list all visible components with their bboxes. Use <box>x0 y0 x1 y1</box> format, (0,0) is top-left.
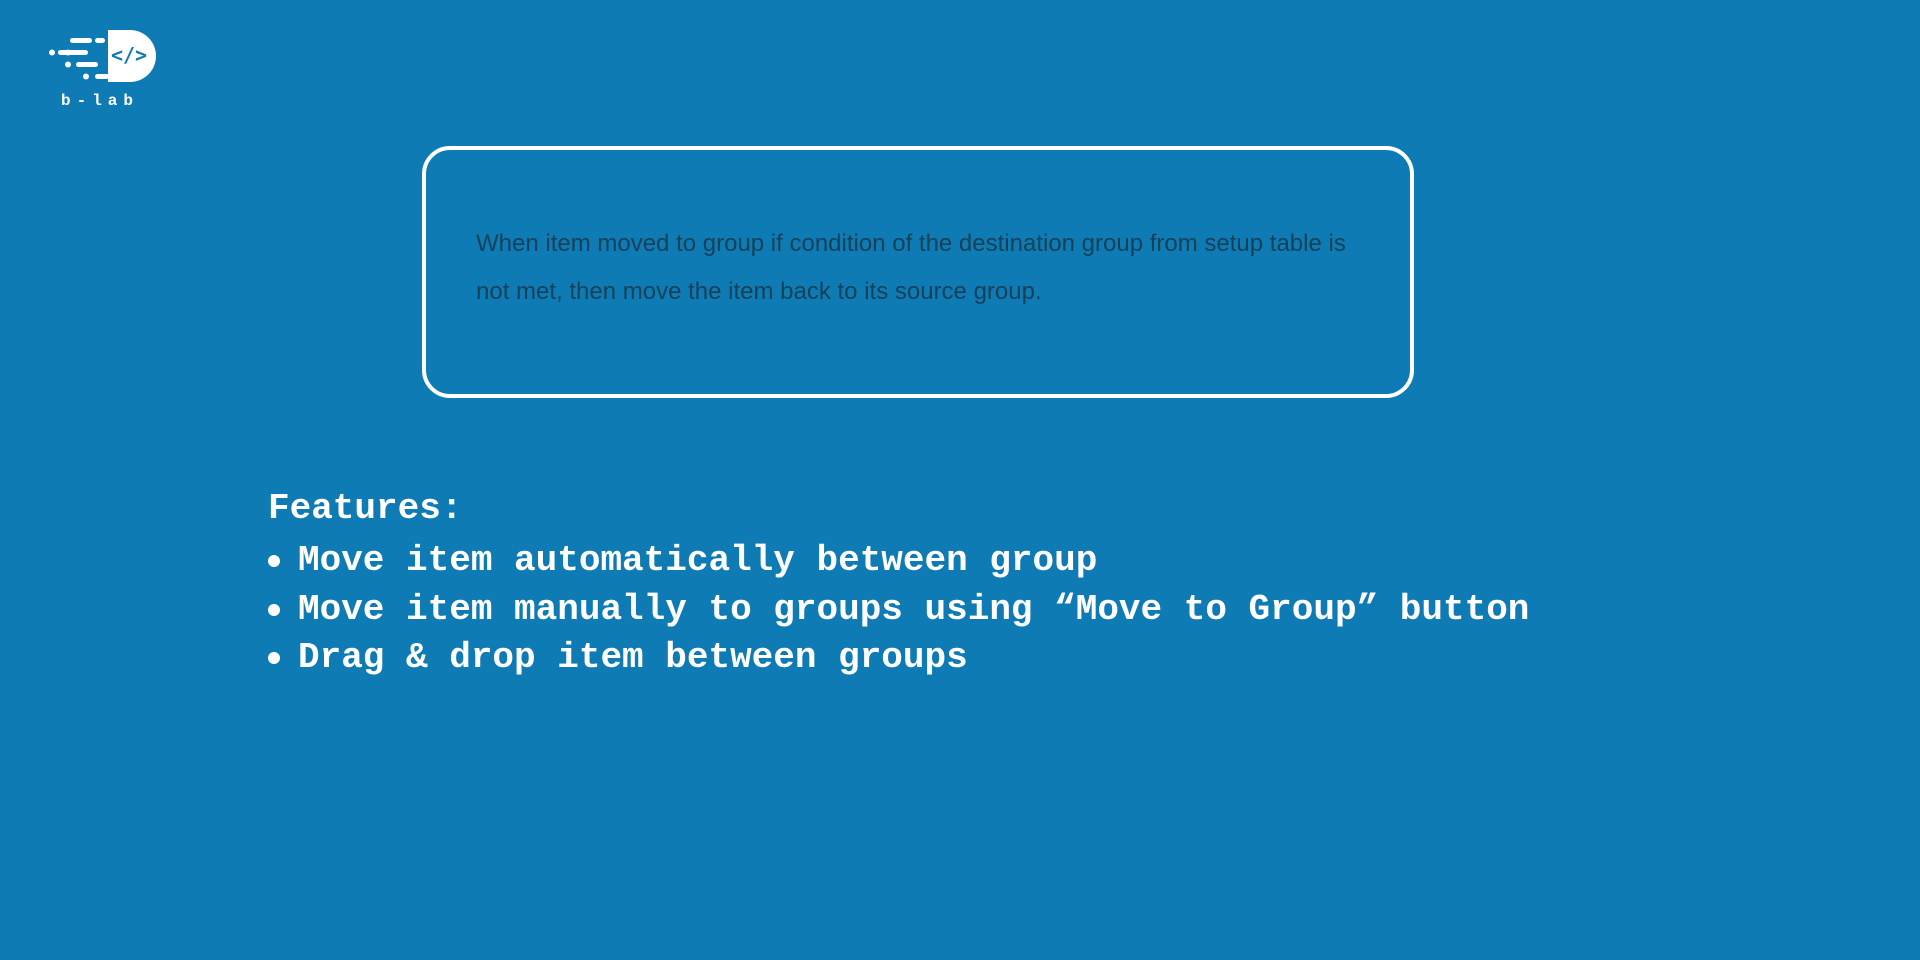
feature-text: Move item manually to groups using “Move… <box>298 586 1529 635</box>
features-heading: Features: <box>268 488 1529 529</box>
svg-text:</>: </> <box>111 43 147 67</box>
list-item: Move item automatically between group <box>268 537 1529 586</box>
feature-text: Move item automatically between group <box>298 537 1097 586</box>
logo-icon: </> <box>40 28 160 84</box>
bullet-icon <box>268 555 280 567</box>
description-card: When item moved to group if condition of… <box>422 146 1414 398</box>
logo: </> b-lab <box>40 28 160 110</box>
features-list: Move item automatically between group Mo… <box>268 537 1529 683</box>
list-item: Drag & drop item between groups <box>268 634 1529 683</box>
description-text: When item moved to group if condition of… <box>476 220 1360 316</box>
features-section: Features: Move item automatically betwee… <box>268 488 1529 683</box>
logo-text: b-lab <box>61 92 139 110</box>
list-item: Move item manually to groups using “Move… <box>268 586 1529 635</box>
bullet-icon <box>268 652 280 664</box>
feature-text: Drag & drop item between groups <box>298 634 968 683</box>
bullet-icon <box>268 604 280 616</box>
